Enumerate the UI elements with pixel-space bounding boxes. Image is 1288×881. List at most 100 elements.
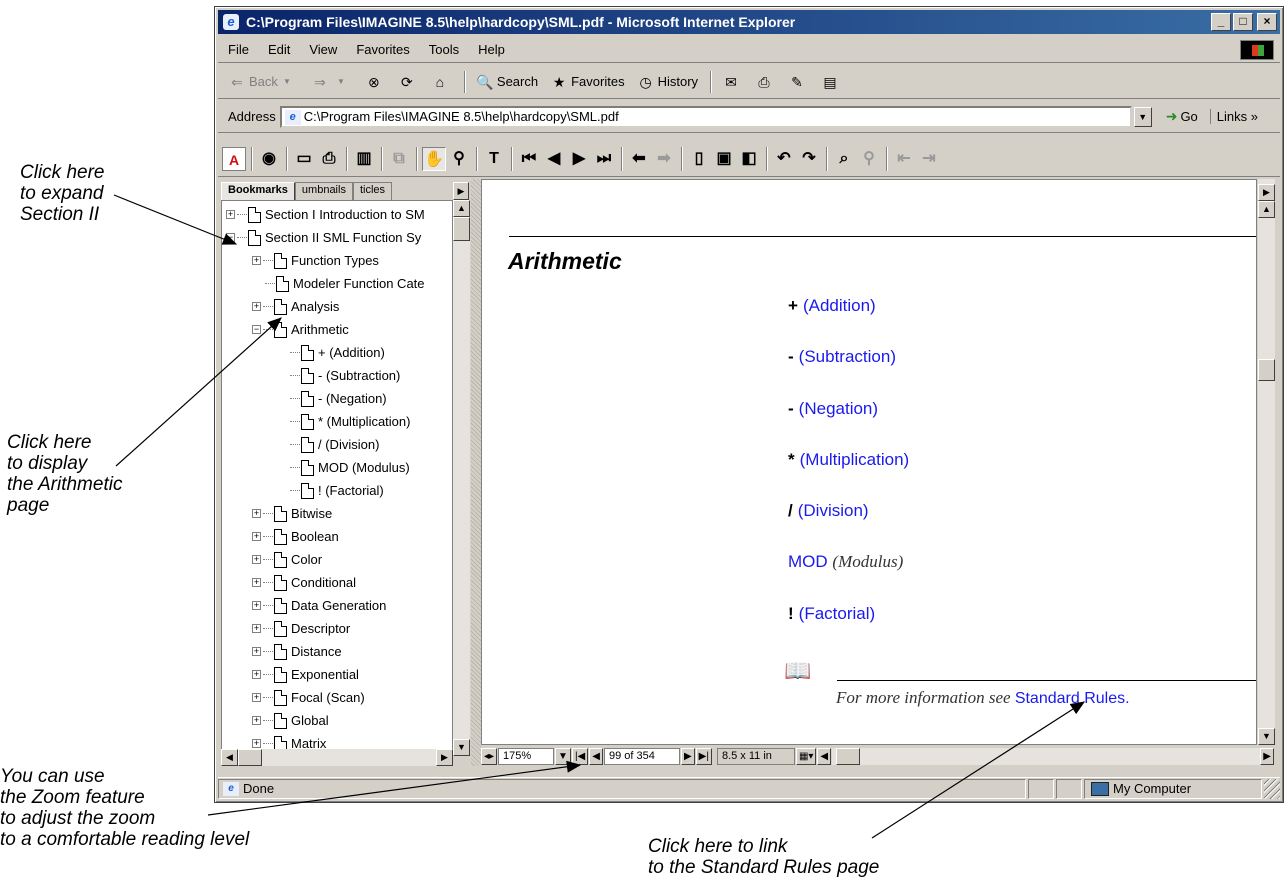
expand-icon[interactable]: + <box>252 601 261 610</box>
last-page-icon[interactable]: ⏭ <box>592 147 616 171</box>
resize-grip[interactable] <box>1264 778 1280 799</box>
zoom-tool-icon[interactable]: ⚲ <box>447 147 471 171</box>
maximize-button[interactable]: □ <box>1233 13 1253 31</box>
history-button[interactable]: ◷ History <box>637 73 698 91</box>
bookmark-item[interactable]: + Analysis <box>252 295 339 318</box>
document-vertical-scrollbar[interactable]: ▶ ▲ ▼ <box>1258 179 1275 745</box>
bookmark-horizontal-scrollbar[interactable]: ◀ ▶ <box>221 749 453 766</box>
bookmark-item[interactable]: + Exponential <box>252 663 359 686</box>
factorial-link[interactable]: (Factorial) <box>799 604 876 623</box>
menu-view[interactable]: View <box>309 42 337 57</box>
bookmark-item[interactable]: - (Subtraction) <box>290 364 400 387</box>
scroll-thumb[interactable] <box>238 749 262 766</box>
tab-bookmarks[interactable]: Bookmarks <box>221 182 295 200</box>
expand-icon[interactable]: + <box>252 256 261 265</box>
scroll-up-button[interactable]: ▲ <box>1258 201 1275 218</box>
bookmark-item[interactable]: + Focal (Scan) <box>252 686 365 709</box>
favorites-button[interactable]: ★ Favorites <box>550 73 625 91</box>
scroll-right-button[interactable]: ▶ <box>1260 748 1274 765</box>
stop-button[interactable]: ⊗ <box>365 73 386 91</box>
bookmark-item[interactable]: + Function Types <box>252 249 379 272</box>
bookmark-vertical-scrollbar[interactable]: ▲ ▼ <box>453 200 470 756</box>
page-number-field[interactable]: 99 of 354 <box>603 748 680 765</box>
last-page-button[interactable]: ▶| <box>695 748 712 765</box>
go-back-icon[interactable]: ⬅ <box>627 147 651 171</box>
scroll-left-button[interactable]: ◀ <box>817 748 832 765</box>
next-page-button[interactable]: ▶ <box>680 748 695 765</box>
op-division[interactable]: / (Division) <box>788 501 869 521</box>
expand-icon[interactable]: + <box>252 624 261 633</box>
scroll-down-button[interactable]: ▼ <box>453 739 470 756</box>
scroll-thumb[interactable] <box>836 748 861 765</box>
bookmark-item[interactable]: * (Multiplication) <box>290 410 410 433</box>
expand-icon[interactable]: + <box>252 670 261 679</box>
document-horizontal-scrollbar[interactable] <box>832 748 1261 765</box>
zoom-field[interactable]: 175% <box>498 748 555 765</box>
multiplication-link[interactable]: (Multiplication) <box>800 450 910 469</box>
discuss-button[interactable]: ▤ <box>821 73 842 91</box>
adobe-logo-icon[interactable]: A <box>222 146 246 171</box>
address-input[interactable]: e C:\Program Files\IMAGINE 8.5\help\hard… <box>279 105 1132 128</box>
first-page-button[interactable]: |◀ <box>571 748 589 765</box>
scroll-left-button[interactable]: ◀ <box>221 749 238 766</box>
expand-icon[interactable]: + <box>252 739 261 748</box>
home-button[interactable]: ⌂ <box>431 73 452 91</box>
division-link[interactable]: (Division) <box>798 501 869 520</box>
print-icon[interactable]: ⎙ <box>317 147 341 171</box>
menu-file[interactable]: File <box>228 42 249 57</box>
expand-icon[interactable]: + <box>252 555 261 564</box>
edit-button[interactable]: ✎ <box>788 73 809 91</box>
back-button[interactable]: ⇐ Back ▼ <box>228 73 299 91</box>
print-button[interactable]: ⎙ <box>755 73 776 91</box>
page-layout-button[interactable]: ▦▾ <box>795 748 817 765</box>
subtraction-link[interactable]: (Subtraction) <box>799 347 896 366</box>
tabs-menu-button[interactable]: ▶ <box>453 182 469 200</box>
minimize-button[interactable]: _ <box>1211 13 1231 31</box>
bookmark-item[interactable]: + Data Generation <box>252 594 386 617</box>
links-button[interactable]: Links » <box>1209 109 1258 124</box>
fit-width-icon[interactable]: ◧ <box>737 147 761 171</box>
scroll-right-button[interactable]: ▶ <box>436 749 453 766</box>
expand-icon[interactable]: + <box>226 210 235 219</box>
bookmark-item[interactable]: + (Addition) <box>290 341 385 364</box>
mail-button[interactable]: ✉ <box>722 73 743 91</box>
expand-icon[interactable]: + <box>252 302 261 311</box>
forward-button[interactable]: ⇒ ▼ <box>311 73 353 91</box>
split-icon[interactable]: ◂▸ <box>481 748 498 765</box>
op-negation[interactable]: - (Negation) <box>788 399 878 419</box>
scroll-thumb[interactable] <box>1258 359 1275 381</box>
next-highlight-icon[interactable]: ⇥ <box>917 147 941 171</box>
bookmark-item[interactable]: + Global <box>252 709 329 732</box>
bookmark-item[interactable]: + Boolean <box>252 525 339 548</box>
bookmark-item[interactable]: + Color <box>252 548 322 571</box>
go-button[interactable]: ➜ Go <box>1166 108 1198 125</box>
bookmark-item-arithmetic[interactable]: − Arithmetic <box>252 318 349 341</box>
scroll-right-button[interactable]: ▶ <box>1258 184 1275 201</box>
standard-rules-link[interactable]: Standard Rules. <box>1015 690 1130 707</box>
bookmark-item[interactable]: + Section I Introduction to SM <box>226 203 425 226</box>
find-icon[interactable]: ⌕ <box>832 147 856 171</box>
pane-splitter[interactable] <box>471 179 481 766</box>
zoom-dropdown-button[interactable]: ▼ <box>555 748 571 765</box>
previous-page-icon[interactable]: ◀ <box>542 147 566 171</box>
search-button[interactable]: 🔍 Search <box>476 73 538 91</box>
op-multiplication[interactable]: * (Multiplication) <box>788 450 909 470</box>
modulus-link[interactable]: MOD <box>788 552 828 571</box>
bookmark-item[interactable]: ! (Factorial) <box>290 479 384 502</box>
rotate-left-icon[interactable]: ↶ <box>772 147 796 171</box>
expand-icon[interactable]: + <box>252 693 261 702</box>
op-modulus[interactable]: MOD (Modulus) <box>788 552 903 572</box>
bookmark-item[interactable]: + Conditional <box>252 571 356 594</box>
previous-highlight-icon[interactable]: ⇤ <box>892 147 916 171</box>
expand-icon[interactable]: + <box>252 532 261 541</box>
bookmark-item[interactable]: Modeler Function Cate <box>265 272 425 295</box>
text-select-icon[interactable]: T <box>482 147 506 171</box>
next-page-icon[interactable]: ▶ <box>567 147 591 171</box>
bookmark-item[interactable]: + Distance <box>252 640 342 663</box>
hand-tool-icon[interactable]: ✋ <box>422 146 446 171</box>
save-icon[interactable]: ▭ <box>292 147 316 171</box>
bookmark-item[interactable]: / (Division) <box>290 433 379 456</box>
collapse-icon[interactable]: − <box>226 233 235 242</box>
previous-page-button[interactable]: ◀ <box>589 748 603 765</box>
negation-link[interactable]: (Negation) <box>799 399 878 418</box>
